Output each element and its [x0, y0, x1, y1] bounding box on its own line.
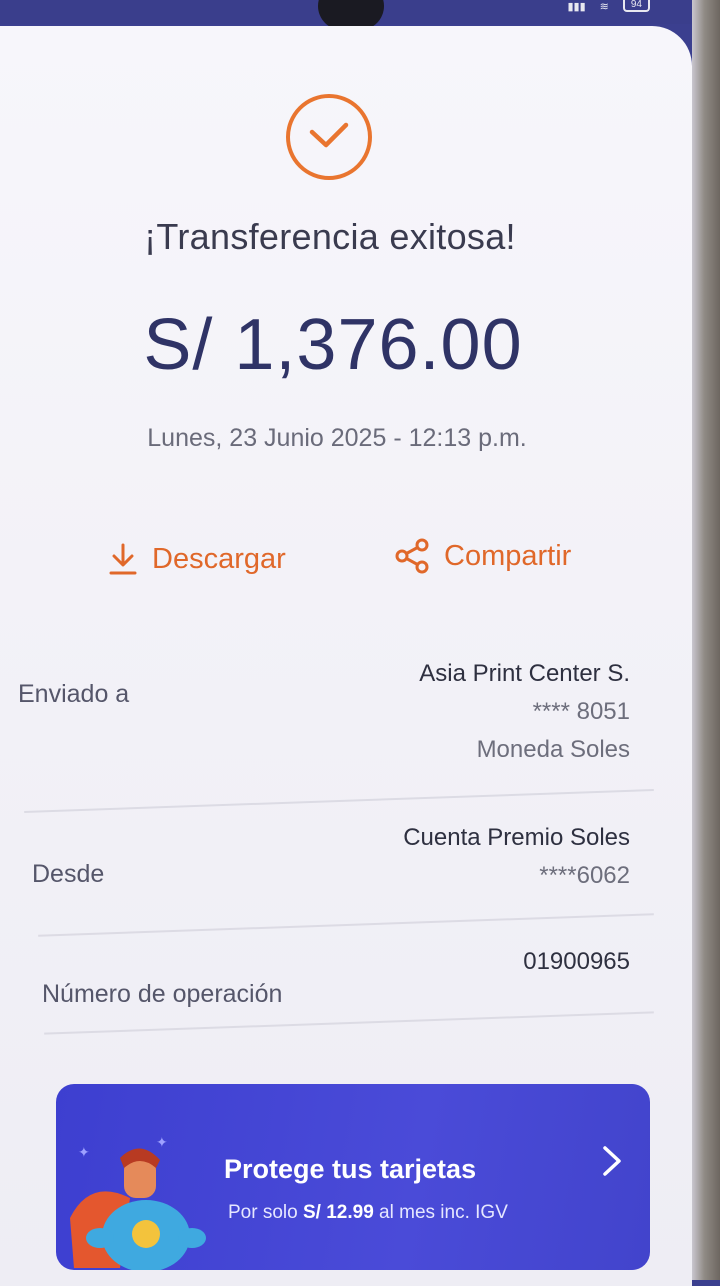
- protect-cards-banner[interactable]: ✦ ✦ Protege tus tarjetas Por solo S/ 12.…: [56, 1084, 650, 1270]
- source-account-number: ****6062: [539, 862, 630, 889]
- receipt-card: ¡Transferencia exitosa! S/ 1,376.00 Lune…: [0, 26, 692, 1286]
- promo-subtitle: Por solo S/ 12.99 al mes inc. IGV: [228, 1202, 508, 1224]
- download-icon: [109, 543, 137, 575]
- operation-number-label: Número de operación: [42, 980, 283, 1008]
- recipient-name: Asia Print Center S.: [419, 660, 630, 687]
- chevron-right-icon[interactable]: [600, 1144, 624, 1178]
- divider: [38, 913, 654, 937]
- source-account-name: Cuenta Premio Soles: [403, 824, 630, 851]
- recipient-currency: Moneda Soles: [476, 736, 630, 763]
- success-check-icon: [286, 94, 372, 180]
- download-button[interactable]: Descargar: [108, 542, 286, 576]
- promo-subtitle-prefix: Por solo: [228, 1202, 298, 1223]
- divider: [44, 1011, 654, 1035]
- transfer-amount: S/ 1,376.00: [143, 305, 523, 385]
- check-icon: [309, 122, 349, 148]
- share-label: Compartir: [444, 539, 572, 572]
- operation-number: 01900965: [523, 948, 630, 975]
- sent-to-label: Enviado a: [18, 680, 130, 708]
- phone-frame-edge: [692, 0, 720, 1280]
- battery-indicator: 94: [622, 0, 650, 12]
- transfer-datetime: Lunes, 23 Junio 2025 - 12:13 p.m.: [147, 424, 527, 452]
- promo-subtitle-suffix: al mes inc. IGV: [379, 1202, 508, 1223]
- page-title: ¡Transferencia exitosa!: [144, 216, 516, 257]
- share-icon: [395, 538, 429, 574]
- signal-icon: ▮▮▮: [567, 1, 586, 13]
- from-label: Desde: [32, 860, 105, 888]
- promo-price: S/ 12.99: [302, 1202, 374, 1223]
- wifi-icon: ≋: [599, 1, 609, 13]
- download-label: Descargar: [152, 542, 286, 575]
- superhero-icon: [70, 1148, 206, 1270]
- status-icons: ▮▮▮ ≋ 94: [567, 0, 650, 14]
- divider: [24, 789, 654, 813]
- recipient-account: **** 8051: [532, 698, 630, 725]
- share-button[interactable]: Compartir: [394, 538, 571, 574]
- promo-title: Protege tus tarjetas: [224, 1154, 477, 1184]
